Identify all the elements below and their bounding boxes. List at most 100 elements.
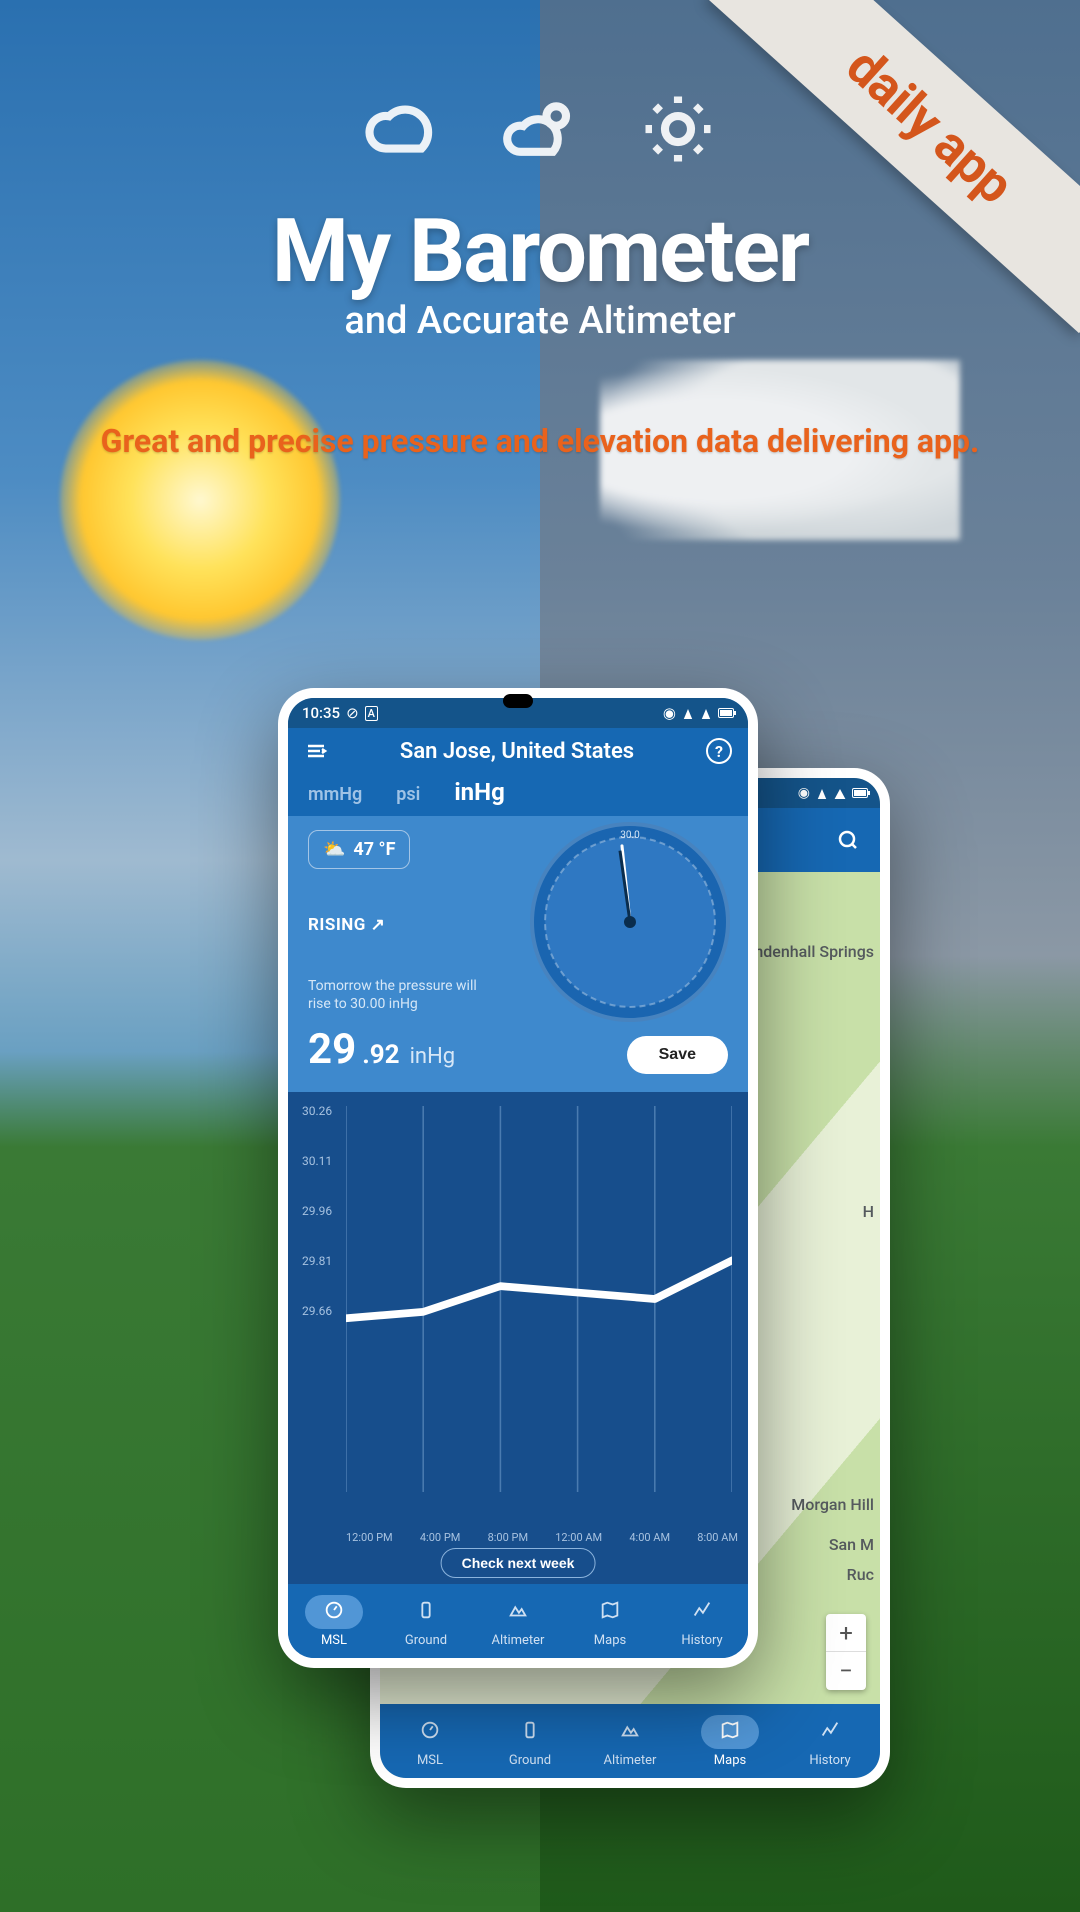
weather-small-icon: ⛅ bbox=[323, 839, 345, 860]
phone-icon bbox=[415, 1599, 437, 1621]
y-tick-3: 29.81 bbox=[302, 1254, 332, 1268]
nav-maps-label: Maps bbox=[594, 1633, 626, 1648]
signal-icon bbox=[702, 709, 710, 719]
nav-maps-label: Maps bbox=[714, 1753, 746, 1768]
x-tick-5: 8:00 AM bbox=[697, 1531, 738, 1544]
x-tick-1: 4:00 PM bbox=[420, 1531, 460, 1544]
map-label-ruc: Ruc bbox=[847, 1565, 874, 1584]
battery-icon bbox=[852, 788, 868, 798]
nav-history-label: History bbox=[809, 1753, 850, 1768]
nav-msl-label: MSL bbox=[321, 1633, 347, 1648]
chart-panel: 30.26 30.11 29.96 29.81 29.66 12:00 PM 4… bbox=[288, 1092, 748, 1584]
nav-altimeter[interactable]: Altimeter bbox=[472, 1584, 564, 1658]
y-tick-4: 29.66 bbox=[302, 1304, 332, 1318]
gauge-needle-dark bbox=[618, 850, 631, 922]
status-time: 10:35 bbox=[302, 704, 340, 722]
nav-msl[interactable]: MSL bbox=[380, 1704, 480, 1778]
mountain-icon bbox=[619, 1719, 641, 1741]
app-subtitle: and Accurate Altimeter bbox=[0, 299, 1080, 343]
main-panel: ⛅ 47 °F RISING ↗ Tomorrow the pressure w… bbox=[288, 816, 748, 1092]
search-icon[interactable] bbox=[836, 828, 860, 852]
app-indicator-icon: A bbox=[365, 706, 378, 721]
x-tick-3: 12:00 AM bbox=[555, 1531, 602, 1544]
wifi-icon bbox=[835, 789, 846, 799]
unit-tab-mmhg[interactable]: mmHg bbox=[308, 784, 362, 805]
weather-icons-row bbox=[363, 90, 717, 168]
promo-scene: daily app My Barometer and Accurate Alti… bbox=[0, 0, 1080, 1912]
pressure-unit: inHg bbox=[410, 1044, 456, 1069]
chart-line bbox=[346, 1106, 732, 1492]
nav-maps[interactable]: Maps bbox=[680, 1704, 780, 1778]
temperature-value: 47 °F bbox=[353, 839, 395, 860]
x-tick-4: 4:00 AM bbox=[629, 1531, 670, 1544]
nav-altimeter-label: Altimeter bbox=[604, 1753, 657, 1768]
appbar: San Jose, United States ? bbox=[288, 728, 748, 774]
y-tick-2: 29.96 bbox=[302, 1204, 332, 1218]
chart-line-icon bbox=[819, 1719, 841, 1741]
location-pin-icon: ◉ bbox=[663, 704, 676, 722]
nav-history[interactable]: History bbox=[780, 1704, 880, 1778]
nav-msl-label: MSL bbox=[417, 1753, 443, 1768]
pressure-integer: 29 bbox=[308, 1025, 356, 1074]
help-button[interactable]: ? bbox=[706, 738, 732, 764]
phone-front-screen: 10:35 ⊘ A ◉ San Jose, United States ? mm… bbox=[288, 698, 748, 1658]
map-label-sanm: San M bbox=[829, 1535, 874, 1554]
gauge-top-tick: 30.0 bbox=[620, 830, 640, 841]
sun-icon bbox=[639, 90, 717, 168]
unit-tab-inhg[interactable]: inHg bbox=[454, 778, 504, 806]
phone-front-frame: 10:35 ⊘ A ◉ San Jose, United States ? mm… bbox=[278, 688, 758, 1668]
zoom-out-button[interactable]: − bbox=[826, 1652, 866, 1690]
map-icon bbox=[599, 1599, 621, 1621]
nav-history[interactable]: History bbox=[656, 1584, 748, 1658]
y-tick-0: 30.26 bbox=[302, 1104, 332, 1118]
camera-notch bbox=[503, 694, 533, 708]
unit-selector: mmHg psi inHg bbox=[288, 774, 748, 816]
signal-icon bbox=[818, 789, 826, 799]
title-block: My Barometer and Accurate Altimeter bbox=[0, 200, 1080, 343]
nav-history-label: History bbox=[681, 1633, 722, 1648]
forecast-text: Tomorrow the pressure will rise to 30.00… bbox=[308, 977, 498, 1013]
map-label-h: H bbox=[863, 1202, 874, 1221]
x-axis-labels: 12:00 PM 4:00 PM 8:00 PM 12:00 AM 4:00 A… bbox=[346, 1531, 738, 1544]
mountain-icon bbox=[507, 1599, 529, 1621]
do-not-disturb-icon: ⊘ bbox=[346, 704, 359, 722]
nav-ground[interactable]: Ground bbox=[480, 1704, 580, 1778]
nav-ground-label: Ground bbox=[405, 1633, 447, 1648]
phone-icon bbox=[519, 1719, 541, 1741]
cloud-icon bbox=[363, 90, 441, 168]
x-tick-2: 8:00 PM bbox=[488, 1531, 528, 1544]
map-zoom-control: + − bbox=[826, 1614, 866, 1690]
nav-maps[interactable]: Maps bbox=[564, 1584, 656, 1658]
wifi-icon bbox=[684, 709, 692, 719]
partly-cloudy-icon bbox=[501, 90, 579, 168]
tagline-text: Great and precise pressure and elevation… bbox=[0, 422, 1080, 460]
map-label-morgan: Morgan Hill bbox=[791, 1495, 874, 1514]
gauge-needle-white bbox=[620, 844, 631, 922]
bottom-nav-front: MSL Ground Altimeter Maps History bbox=[288, 1584, 748, 1658]
gauge-icon bbox=[419, 1719, 441, 1741]
x-tick-0: 12:00 PM bbox=[346, 1531, 393, 1544]
gauge-pivot bbox=[624, 916, 636, 928]
battery-icon bbox=[718, 708, 734, 718]
chart-line-icon bbox=[691, 1599, 713, 1621]
location-pin-icon: ◉ bbox=[798, 785, 810, 801]
sun-graphic bbox=[60, 360, 340, 640]
app-title: My Barometer bbox=[0, 200, 1080, 303]
zoom-in-button[interactable]: + bbox=[826, 1614, 866, 1652]
save-button[interactable]: Save bbox=[627, 1036, 728, 1074]
gauge-icon bbox=[323, 1599, 345, 1621]
unit-tab-psi[interactable]: psi bbox=[396, 784, 420, 805]
pressure-gauge: 30.0 bbox=[530, 822, 730, 1022]
check-next-week-button[interactable]: Check next week bbox=[441, 1548, 596, 1578]
ribbon-text: daily app bbox=[835, 35, 1025, 215]
nav-ground[interactable]: Ground bbox=[380, 1584, 472, 1658]
pressure-decimal: .92 bbox=[362, 1040, 399, 1070]
map-icon bbox=[719, 1719, 741, 1741]
location-title[interactable]: San Jose, United States bbox=[342, 739, 692, 764]
menu-icon[interactable] bbox=[304, 739, 328, 763]
bottom-nav-back: MSL Ground Altimeter Maps History bbox=[380, 1704, 880, 1778]
y-tick-1: 30.11 bbox=[302, 1154, 332, 1168]
nav-msl[interactable]: MSL bbox=[288, 1584, 380, 1658]
temperature-chip[interactable]: ⛅ 47 °F bbox=[308, 830, 410, 869]
nav-altimeter[interactable]: Altimeter bbox=[580, 1704, 680, 1778]
